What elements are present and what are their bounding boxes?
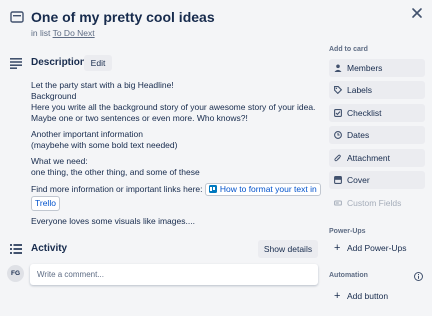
in-list-prefix: in list xyxy=(31,28,51,38)
plus-icon: + xyxy=(334,290,341,302)
description-line: (maybehe with some bold text needed) xyxy=(31,140,178,150)
description-line: one thing, the other thing, and some of … xyxy=(31,167,200,177)
in-list-text: in list To Do Next xyxy=(31,28,95,38)
description-line: Let the party start with a big Headline! xyxy=(31,80,174,90)
description-line: Background xyxy=(31,91,77,101)
comment-input[interactable] xyxy=(30,264,318,285)
format-text-link-label: How to format your text in xyxy=(219,184,317,194)
add-button-label: Add button xyxy=(347,291,389,301)
description-line: Find more information or important links… xyxy=(31,184,203,194)
add-power-ups-button[interactable]: + Add Power-Ups xyxy=(329,239,425,257)
avatar[interactable]: FG xyxy=(7,265,24,282)
plus-icon: + xyxy=(334,242,341,254)
add-power-ups-label: Add Power-Ups xyxy=(347,243,407,253)
cover-button[interactable]: Cover xyxy=(329,171,425,189)
add-to-card-label: Add to card xyxy=(329,46,368,53)
list-name-link[interactable]: To Do Next xyxy=(53,28,95,38)
info-icon[interactable] xyxy=(414,272,423,281)
description-heading: Description xyxy=(31,57,87,68)
automation-label: Automation xyxy=(329,272,368,279)
show-details-button[interactable]: Show details xyxy=(258,240,318,258)
members-label: Members xyxy=(347,63,383,73)
format-text-link-cont[interactable]: Trello xyxy=(31,196,60,211)
checklist-button[interactable]: Checklist xyxy=(329,104,425,122)
attachment-label: Attachment xyxy=(347,153,390,163)
description-body[interactable]: Let the party start with a big Headline!… xyxy=(31,80,321,232)
description-icon xyxy=(10,58,22,69)
close-icon[interactable] xyxy=(410,6,424,20)
clock-icon xyxy=(334,131,342,139)
add-button-button[interactable]: + Add button xyxy=(329,287,425,305)
edit-description-button[interactable]: Edit xyxy=(84,55,112,71)
description-line: What we need: xyxy=(31,156,88,166)
dates-label: Dates xyxy=(347,130,370,140)
format-text-link[interactable]: How to format your text in xyxy=(204,183,321,196)
activity-heading: Activity xyxy=(31,243,68,254)
description-line: Another important information xyxy=(31,129,143,139)
cover-icon xyxy=(334,176,342,184)
card-icon xyxy=(10,11,24,23)
dates-button[interactable]: Dates xyxy=(329,126,425,144)
checklist-label: Checklist xyxy=(347,108,382,118)
custom-fields-button[interactable]: Custom Fields xyxy=(329,194,425,212)
power-ups-label: Power-Ups xyxy=(329,228,366,235)
description-line: Maybe one or two sentences or even more.… xyxy=(31,113,248,123)
custom-fields-label: Custom Fields xyxy=(347,198,402,208)
trello-icon xyxy=(208,185,217,193)
custom-fields-icon xyxy=(334,200,342,206)
checklist-icon xyxy=(334,109,342,117)
labels-label: Labels xyxy=(347,85,373,95)
members-button[interactable]: Members xyxy=(329,59,425,77)
tag-icon xyxy=(334,86,342,94)
paperclip-icon xyxy=(334,154,341,162)
activity-icon xyxy=(10,244,22,254)
description-line: Here you write all the background story … xyxy=(31,102,316,112)
cover-label: Cover xyxy=(347,175,370,185)
labels-button[interactable]: Labels xyxy=(329,81,425,99)
person-icon xyxy=(334,64,342,72)
description-line: Everyone loves some visuals like images.… xyxy=(31,216,195,226)
card-title[interactable]: One of my pretty cool ideas xyxy=(31,9,215,25)
attachment-button[interactable]: Attachment xyxy=(329,149,425,167)
